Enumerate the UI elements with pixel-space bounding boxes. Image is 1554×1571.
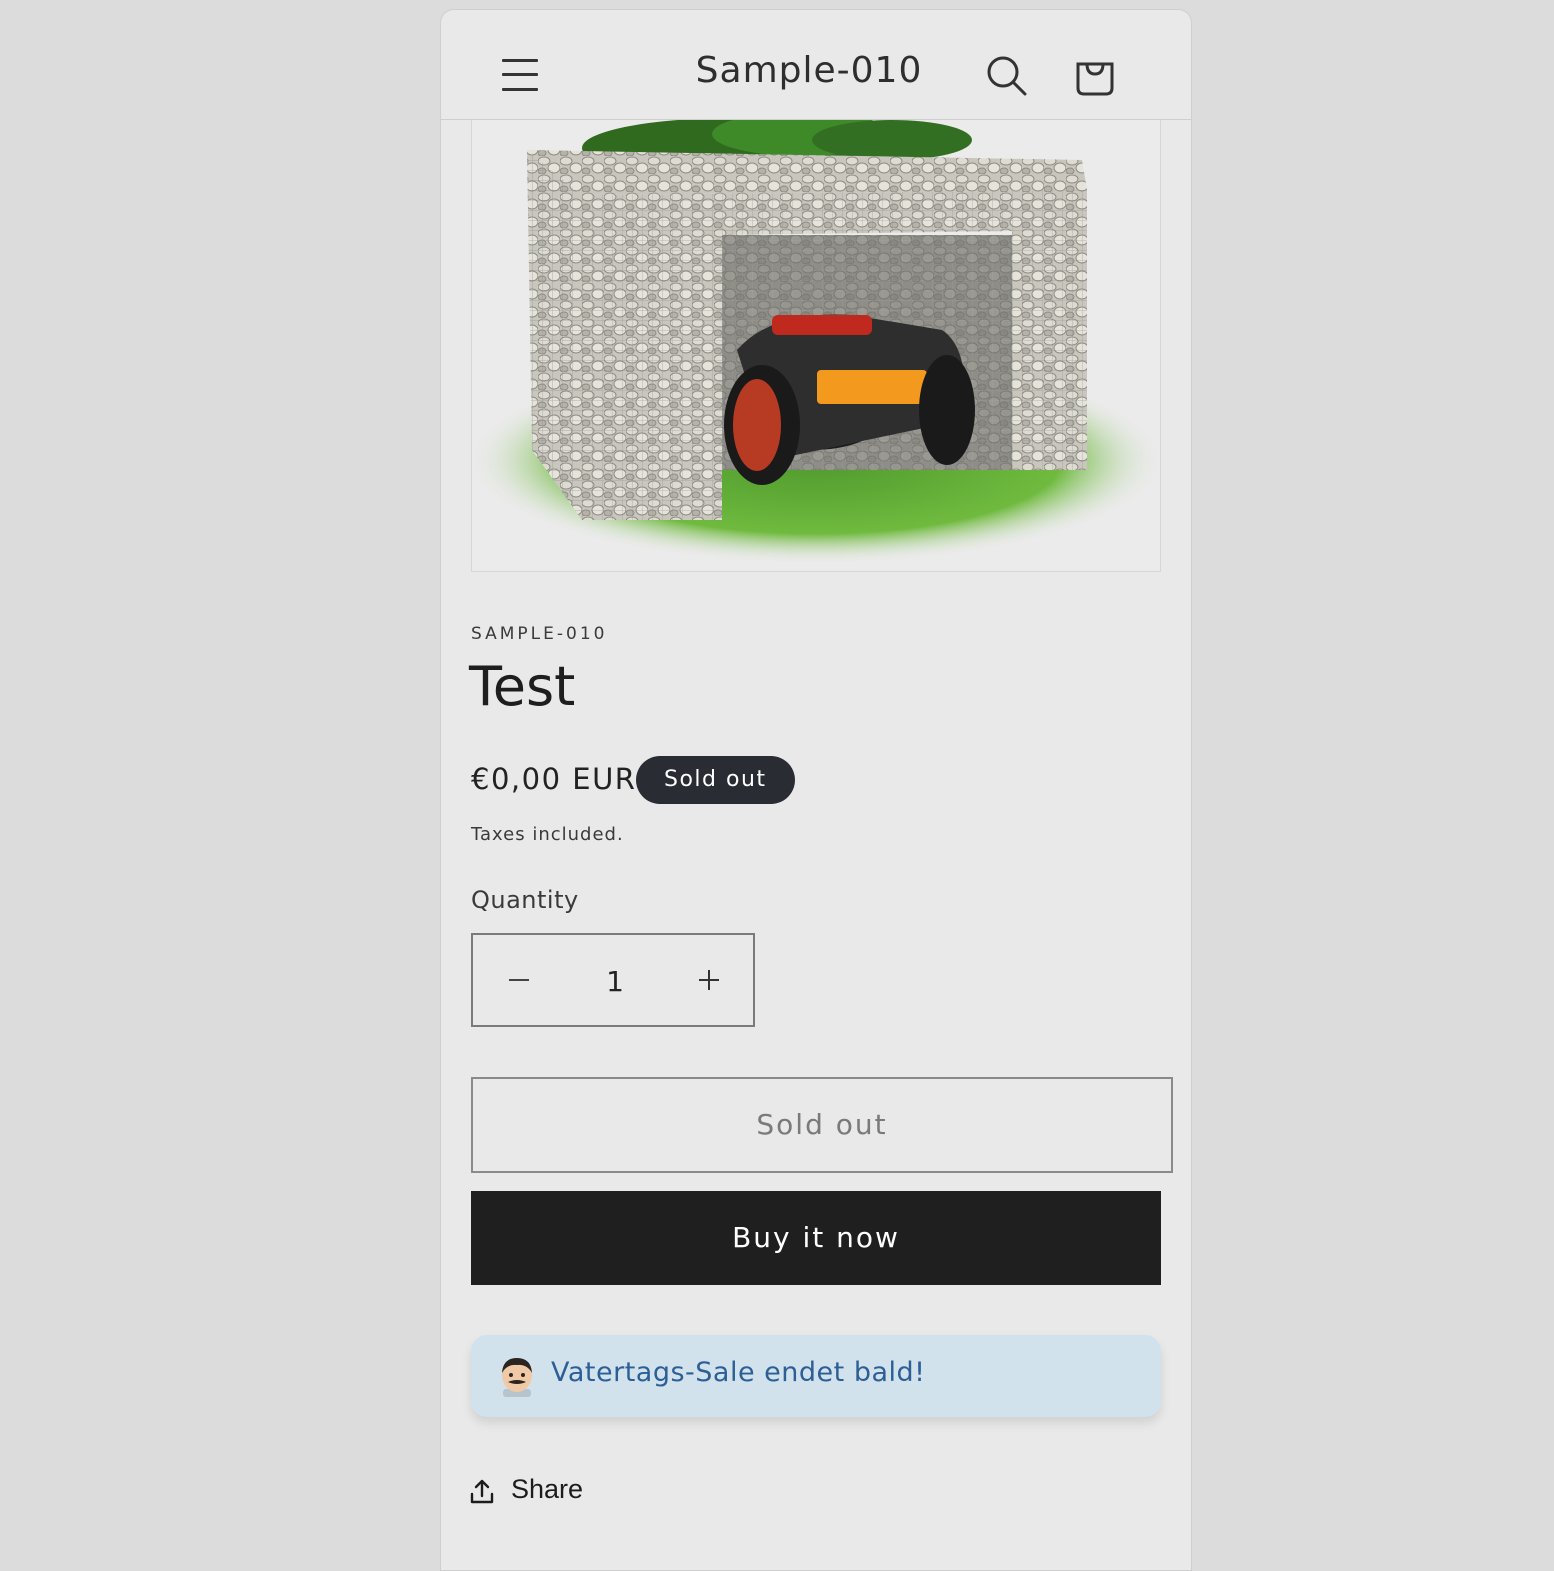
product-price: €0,00 EUR: [471, 762, 637, 796]
sold-out-badge: Sold out: [636, 756, 795, 804]
product-page: Sample-010 SAMPLE-010 Test €0,00 EUR Sol…: [440, 9, 1192, 1571]
store-title[interactable]: Sample-010: [671, 50, 947, 91]
share-label: Share: [511, 1474, 584, 1504]
share-upload-icon: [469, 1478, 495, 1506]
site-header: Sample-010: [441, 10, 1191, 120]
taxes-note: Taxes included.: [471, 824, 624, 845]
quantity-stepper: [471, 933, 755, 1027]
quantity-label: Quantity: [471, 886, 579, 914]
hamburger-menu-icon[interactable]: [499, 56, 543, 96]
product-vendor: SAMPLE-010: [471, 624, 608, 644]
man-with-mustache-emoji: [497, 1355, 537, 1397]
search-icon[interactable]: [985, 54, 1029, 98]
promo-text: Vatertags-Sale endet bald!: [551, 1357, 926, 1388]
quantity-decrease-button[interactable]: [473, 935, 563, 1025]
add-to-cart-sold-out-button[interactable]: Sold out: [471, 1077, 1173, 1173]
product-image[interactable]: [471, 120, 1161, 572]
quantity-input[interactable]: [565, 955, 665, 1007]
shopping-bag-icon[interactable]: [1073, 52, 1117, 98]
promo-banner[interactable]: Vatertags-Sale endet bald!: [471, 1335, 1161, 1417]
buy-it-now-button[interactable]: Buy it now: [471, 1191, 1161, 1285]
quantity-increase-button[interactable]: [663, 935, 753, 1025]
product-title: Test: [469, 655, 576, 718]
